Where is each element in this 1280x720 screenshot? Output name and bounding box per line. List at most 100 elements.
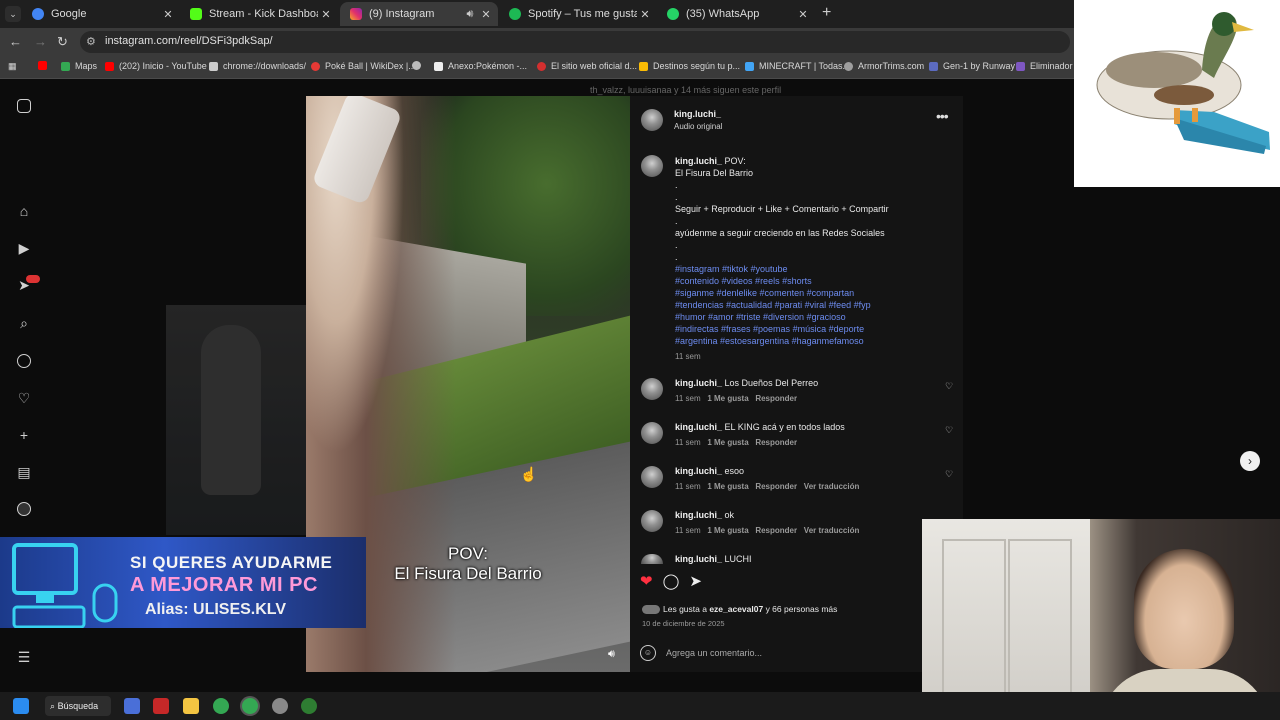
back-icon[interactable]: ← [9,34,22,49]
close-icon[interactable]: ✕ [318,8,334,21]
bookmark-item[interactable]: Eliminador d [1016,61,1080,71]
bookmark-item[interactable]: ArmorTrims.com [844,61,924,71]
close-icon[interactable]: ✕ [160,8,176,21]
bookmark-item[interactable]: Maps [61,61,97,71]
bookmark-item[interactable]: Gen-1 by Runway [929,61,1015,71]
obs-icon[interactable] [272,698,288,714]
avatar[interactable] [641,155,663,177]
translate-button[interactable]: Ver traducción [804,526,860,535]
bookmark-item[interactable] [412,61,426,70]
browser-tab-bar: ⌄ Google ✕ Stream - Kick Dashboard ✕ (9)… [0,0,1074,28]
banner-line-1: SI QUERES AYUDARME [130,553,333,572]
hashtags[interactable]: #indirectas #frases #poemas #música #dep… [675,323,955,335]
close-icon[interactable]: ✕ [795,8,811,21]
bookmark-item[interactable]: chrome://downloads/ [209,61,306,71]
bookmark-item[interactable]: Poké Ball | WikiDex |... [311,61,416,71]
reply-button[interactable]: Responder [755,438,797,447]
hashtags[interactable]: #tendencias #actualidad #parati #viral #… [675,299,955,311]
reply-button[interactable]: Responder [755,394,797,403]
windows-start-icon[interactable] [13,698,29,714]
bookmark-item[interactable] [38,61,52,70]
banner-line-2: A MEJORAR MI PC [130,574,318,596]
comment-like-icon[interactable]: ♡ [945,381,953,392]
hashtags[interactable]: #contenido #videos #reels #shorts [675,275,955,287]
forward-icon[interactable]: → [34,34,47,49]
bookmark-item[interactable]: Anexo:Pokémon -... [434,61,527,71]
donation-banner: SI QUERES AYUDARME A MEJORAR MI PC Alias… [0,537,366,628]
heart-icon[interactable]: ♡ [16,390,32,406]
reload-icon[interactable]: ↻ [57,34,68,50]
avatar[interactable] [641,378,663,400]
new-tab-button[interactable]: + [822,4,831,22]
dashboard-icon[interactable]: ▤ [16,464,32,480]
app-icon[interactable] [301,698,317,714]
add-comment-input[interactable]: Agrega un comentario... [666,648,762,658]
url-bar[interactable]: ⚙ instagram.com/reel/DSFi3pdkSap/ [80,31,1070,53]
taskbar-search[interactable]: ⌕ Búsqueda [45,696,111,716]
avatar[interactable] [641,466,663,488]
emoji-icon[interactable]: ☺ [640,645,656,661]
bookmark-item[interactable]: MINECRAFT | Todas... [745,61,850,71]
translate-button[interactable]: Ver traducción [804,482,860,491]
next-reel-button[interactable]: › [1240,451,1260,471]
avatar[interactable] [641,510,663,532]
webcam-overlay [922,519,1280,720]
apps-icon[interactable]: ▦ [8,61,17,72]
like-heart-icon[interactable]: ❤ [640,574,653,590]
hashtags[interactable]: #humor #amor #triste #diversion #gracios… [675,311,955,323]
taskbar-search-label: Búsqueda [57,701,99,711]
search-icon[interactable]: ⌕ [16,315,32,331]
tab-spotify[interactable]: Spotify – Tus me gusta ✕ [499,2,657,26]
volume-icon[interactable]: 🔊︎ [608,648,615,661]
chrome-icon[interactable] [242,698,258,714]
followers-line: th_valzz, luuuisanaa y 14 más siguen est… [590,85,782,95]
tab-whatsapp[interactable]: (35) WhatsApp ✕ [657,2,815,26]
reels-icon[interactable]: ▶ [16,240,32,256]
avatar[interactable] [641,109,663,131]
audio-label[interactable]: Audio original [674,122,722,131]
task-view-icon[interactable] [124,698,140,714]
avatar[interactable] [641,422,663,444]
more-icon[interactable]: ☰ [16,649,32,665]
tab-kick[interactable]: Stream - Kick Dashboard ✕ [180,2,338,26]
hashtags[interactable]: #siganme #denlelike #comenten #compartan [675,287,955,299]
chrome-icon[interactable] [213,698,229,714]
speaker-icon[interactable]: 🔊︎ [462,8,478,21]
create-icon[interactable]: + [16,427,32,443]
tab-search-icon[interactable]: ⌄ [5,6,21,22]
tab-instagram[interactable]: (9) Instagram 🔊︎ ✕ [340,2,498,26]
hashtags[interactable]: #argentina #estoesargentina #haganmefamo… [675,335,955,347]
comment-icon[interactable]: ◯ [663,574,680,590]
duck-overlay-image [1074,0,1280,187]
post-username[interactable]: king.luchi_ [674,109,722,119]
site-settings-icon[interactable]: ⚙ [86,35,96,48]
comment-like-icon[interactable]: ♡ [945,469,953,480]
reply-button[interactable]: Responder [755,526,797,535]
likes-summary[interactable]: Les gusta a eze_aceval07 y 66 personas m… [642,604,837,615]
file-explorer-icon[interactable] [183,698,199,714]
app-icon[interactable] [153,698,169,714]
previous-reel-thumbnail[interactable] [166,305,306,535]
likers-avatars [642,605,660,615]
share-icon[interactable]: ➤ [689,574,702,590]
comment-like-icon[interactable]: ♡ [945,425,953,436]
bookmark-item[interactable]: Destinos según tu p... [639,61,740,71]
reply-button[interactable]: Responder [755,482,797,491]
close-icon[interactable]: ✕ [637,8,653,21]
url-text[interactable]: instagram.com/reel/DSFi3pdkSap/ [105,35,273,47]
bookmark-item[interactable]: (202) Inicio - YouTube [105,61,207,71]
home-icon[interactable]: ⌂ [16,203,32,219]
bookmark-item[interactable]: El sitio web oficial d... [537,61,637,71]
hashtags[interactable]: #instagram #tiktok #youtube [675,263,955,275]
tab-google[interactable]: Google ✕ [22,2,180,26]
spotify-icon [509,8,521,20]
close-icon[interactable]: ✕ [478,8,494,21]
tab-title: Stream - Kick Dashboard [209,8,318,20]
banner-alias: Alias: ULISES.KLV [145,601,287,618]
avatar[interactable] [641,554,663,564]
explore-icon[interactable] [17,354,31,368]
windows-taskbar: ⌕ Búsqueda [0,692,1280,720]
instagram-icon[interactable] [17,99,31,113]
profile-icon[interactable] [17,502,31,516]
more-options-icon[interactable]: ••• [936,108,949,124]
